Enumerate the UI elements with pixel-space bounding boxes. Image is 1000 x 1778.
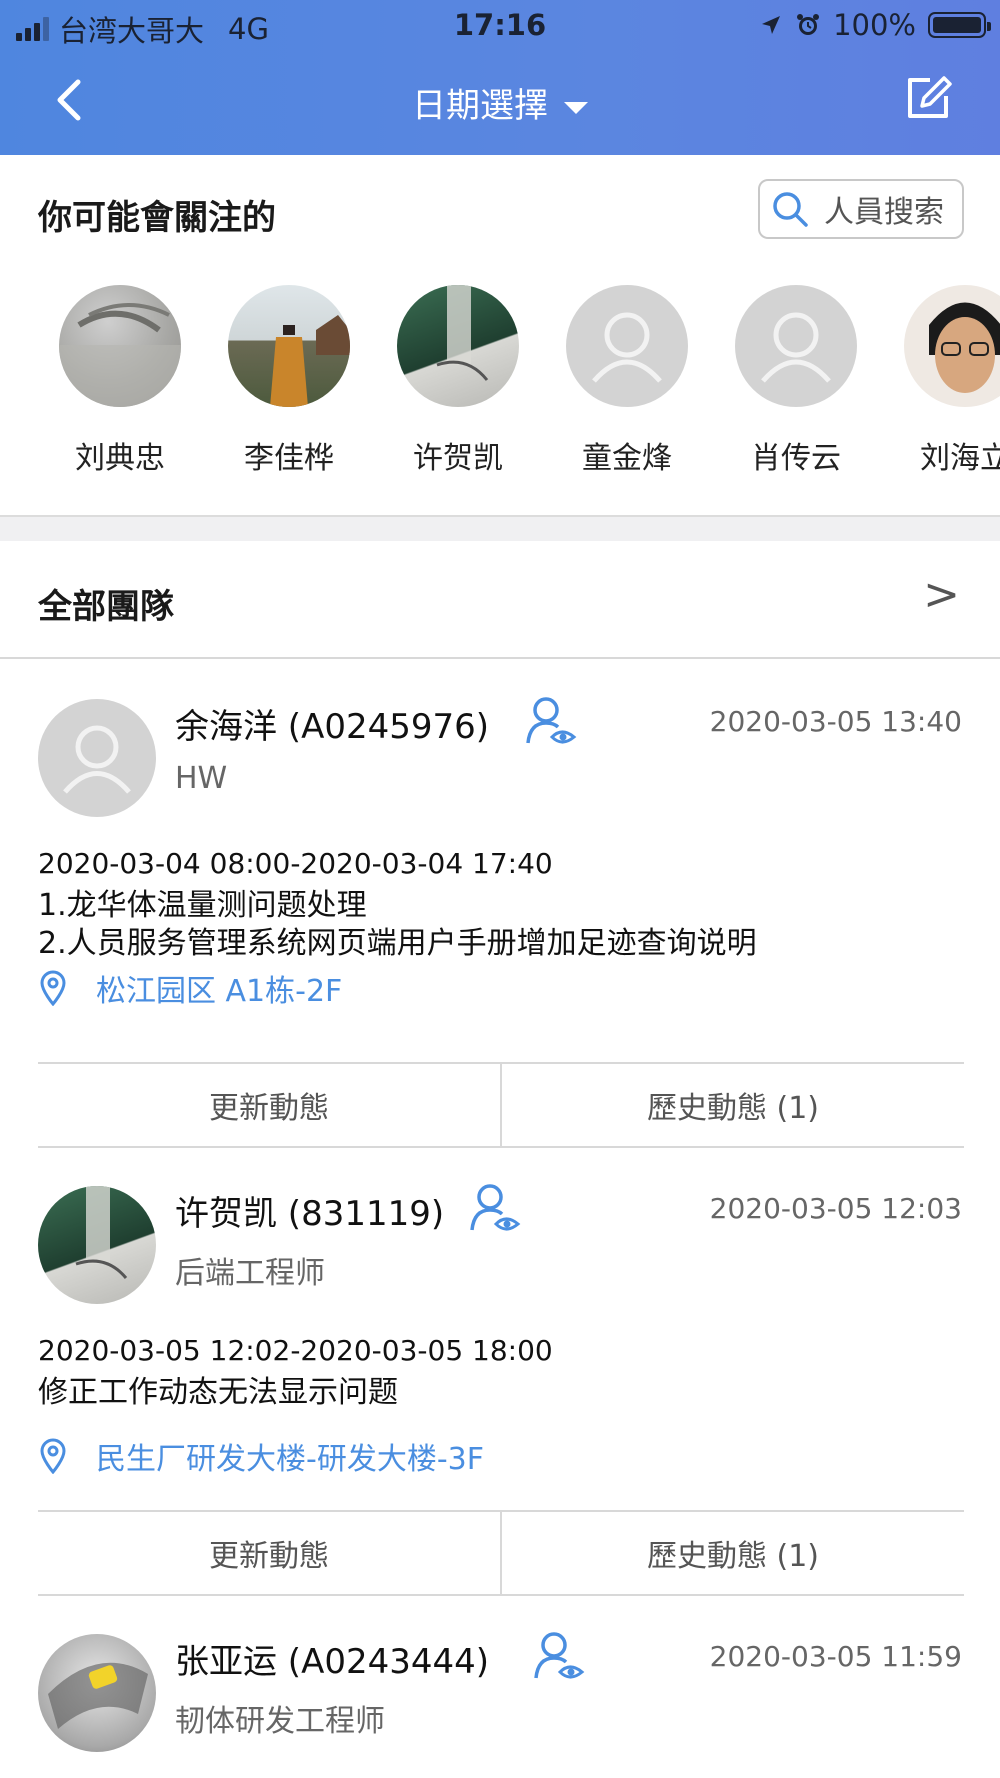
follow-user-icon[interactable] [530, 1628, 586, 1684]
person-name: 李佳桦 [244, 441, 334, 475]
location-link[interactable]: 松江园区 A1栋-2F [38, 966, 342, 1010]
update-status-button[interactable]: 更新動態 [38, 1512, 500, 1594]
history-status-button[interactable]: 歷史動態 (1) [502, 1064, 964, 1146]
edit-button[interactable] [900, 70, 956, 126]
chevron-right-icon: > [923, 569, 960, 620]
employee-name: 余海洋 (A0245976) [175, 707, 490, 747]
suggested-person[interactable]: 李佳桦 [209, 285, 369, 475]
avatar [904, 285, 1000, 407]
caret-down-icon [564, 101, 588, 114]
task-item: 1.龙华体温量测问题处理 [38, 888, 367, 923]
person-name: 童金烽 [582, 441, 672, 475]
activity-card: 许贺凯 (831119) 2020-03-05 12:03 后端工程师 2020… [0, 1148, 1000, 1598]
task-list: 修正工作动态无法显示问题 [38, 1374, 398, 1412]
card-actions: 更新動態 歷史動態 (1) [38, 1062, 964, 1148]
person-name: 刘典忠 [75, 441, 165, 475]
map-pin-icon [40, 1438, 66, 1474]
avatar [59, 285, 181, 407]
suggested-person[interactable]: 肖传云 [716, 285, 876, 475]
map-pin-icon [40, 970, 66, 1006]
recommend-title: 你可能會關注的 [38, 198, 276, 238]
avatar[interactable] [38, 1634, 156, 1752]
card-actions: 更新動態 歷史動態 (1) [38, 1510, 964, 1596]
avatar [228, 285, 350, 407]
location-text: 民生厂研发大楼-研发大楼-3F [96, 1442, 484, 1477]
location-text: 松江园区 A1栋-2F [96, 974, 343, 1009]
person-name: 肖传云 [751, 441, 841, 475]
activity-card: 余海洋 (A0245976) 2020-03-05 13:40 HW 2020-… [0, 661, 1000, 1151]
person-name: 刘海立 [920, 441, 1000, 475]
follow-user-icon[interactable] [466, 1180, 522, 1236]
employee-role: 后端工程师 [175, 1256, 325, 1291]
all-teams-label: 全部團隊 [38, 587, 174, 627]
edit-icon [908, 76, 952, 118]
follow-user-icon[interactable] [522, 693, 578, 749]
location-arrow-icon [762, 16, 781, 34]
battery-icon [928, 12, 991, 38]
suggested-person[interactable]: 刘典忠 [40, 285, 200, 475]
search-placeholder: 人員搜索 [824, 195, 944, 230]
all-teams-row[interactable]: 全部團隊 > [0, 541, 1000, 659]
avatar[interactable] [38, 1186, 156, 1304]
nav-title-label: 日期選擇 [412, 86, 548, 126]
default-avatar-icon[interactable] [38, 699, 156, 817]
post-time: 2020-03-05 11:59 [709, 1640, 962, 1673]
suggested-person[interactable]: 刘海立 [885, 285, 1000, 475]
activity-card: 张亚运 (A0243444) 2020-03-05 11:59 韧体研发工程师 [0, 1596, 1000, 1778]
search-icon [773, 192, 808, 227]
update-status-button[interactable]: 更新動態 [38, 1064, 500, 1146]
history-status-button[interactable]: 歷史動態 (1) [502, 1512, 964, 1594]
work-period: 2020-03-04 08:00-2020-03-04 17:40 [38, 847, 553, 880]
status-bar: 台湾大哥大 4G 17:16 100% [0, 0, 1000, 50]
employee-role: HW [175, 761, 228, 796]
alarm-icon [797, 14, 820, 35]
date-picker-dropdown[interactable]: 日期選擇 [0, 78, 1000, 127]
suggested-person[interactable]: 童金烽 [547, 285, 707, 475]
task-item: 修正工作动态无法显示问题 [38, 1375, 398, 1410]
default-avatar-icon [566, 285, 688, 407]
employee-name: 许贺凯 (831119) [175, 1194, 445, 1234]
app-screen: 台湾大哥大 4G 17:16 100% 日期選擇 你可能會關注的 人員搜索 刘典… [0, 0, 1000, 1778]
post-time: 2020-03-05 12:03 [709, 1192, 962, 1225]
suggested-people-list: 刘典忠 李佳桦 许贺凯 童金烽 肖传云 刘海立 [0, 285, 1000, 475]
employee-name: 张亚运 (A0243444) [175, 1642, 490, 1682]
work-period: 2020-03-05 12:02-2020-03-05 18:00 [38, 1334, 553, 1367]
employee-role: 韧体研发工程师 [175, 1704, 385, 1739]
suggested-person[interactable]: 许贺凯 [378, 285, 538, 475]
nav-bar: 日期選擇 [0, 60, 1000, 140]
post-time: 2020-03-05 13:40 [709, 705, 962, 738]
default-avatar-icon [735, 285, 857, 407]
task-item: 2.人员服务管理系统网页端用户手册增加足迹查询说明 [38, 926, 757, 961]
people-search-input[interactable]: 人員搜索 [758, 179, 964, 239]
status-right: 100% [759, 8, 991, 42]
header: 台湾大哥大 4G 17:16 100% 日期選擇 [0, 0, 1000, 155]
person-name: 许贺凯 [413, 441, 503, 475]
task-list: 1.龙华体温量测问题处理 2.人员服务管理系统网页端用户手册增加足迹查询说明 [38, 887, 757, 963]
section-divider [0, 515, 1000, 541]
battery-percent: 100% [833, 8, 916, 42]
location-link[interactable]: 民生厂研发大楼-研发大楼-3F [38, 1434, 484, 1478]
avatar [397, 285, 519, 407]
